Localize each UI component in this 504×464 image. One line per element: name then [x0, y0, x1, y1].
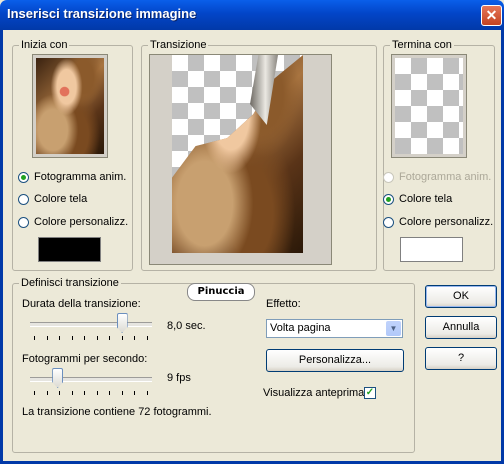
- transition-group-label: Transizione: [148, 39, 209, 52]
- end-option-label: Colore personalizz.: [399, 216, 494, 228]
- end-option-custom-color[interactable]: Colore personalizz.: [383, 216, 493, 228]
- radio-icon: [18, 171, 29, 183]
- end-group-label: Termina con: [390, 39, 454, 52]
- window-title: Inserisci transizione immagine: [7, 6, 197, 21]
- duration-label: Durata della transizione:: [22, 298, 141, 310]
- chevron-down-icon[interactable]: ▼: [386, 321, 401, 336]
- radio-icon: [383, 171, 394, 183]
- effect-dropdown-value: Volta pagina: [270, 322, 331, 334]
- effect-dropdown[interactable]: Volta pagina ▼: [266, 319, 403, 338]
- cancel-button[interactable]: Annulla: [425, 316, 497, 339]
- duration-slider-track: [30, 322, 152, 327]
- define-transition-label: Definisci transizione: [19, 277, 121, 290]
- radio-icon: [18, 193, 29, 205]
- end-option-anim-frame: Fotogramma anim.: [383, 171, 491, 183]
- title-bar: Inserisci transizione immagine ✕: [0, 0, 504, 30]
- radio-icon: [18, 216, 29, 228]
- duration-slider-ticks: [34, 336, 148, 340]
- start-option-canvas-color[interactable]: Colore tela: [18, 193, 87, 205]
- fps-value: 9 fps: [167, 372, 191, 384]
- ok-button[interactable]: OK: [425, 285, 497, 308]
- end-option-canvas-color[interactable]: Colore tela: [383, 193, 452, 205]
- start-option-label: Colore tela: [34, 193, 88, 205]
- preview-label: Visualizza anteprima: [263, 387, 365, 399]
- start-option-label: Colore personalizz.: [34, 216, 129, 228]
- radio-icon: [383, 216, 394, 228]
- fps-slider-ticks: [34, 391, 148, 395]
- frame-count-summary: La transizione contiene 72 fotogrammi.: [22, 406, 212, 418]
- effect-label: Effetto:: [266, 298, 301, 310]
- fps-slider-track: [30, 377, 152, 382]
- transition-preview: [149, 54, 332, 265]
- watermark-logo: Pinuccia: [187, 283, 255, 301]
- end-option-label: Colore tela: [399, 193, 453, 205]
- start-option-custom-color[interactable]: Colore personalizz.: [18, 216, 128, 228]
- start-preview: [32, 54, 108, 158]
- end-frame-background: [395, 58, 463, 154]
- start-group-label: Inizia con: [19, 39, 70, 52]
- start-option-label: Fotogramma anim.: [34, 171, 127, 183]
- start-option-anim-frame[interactable]: Fotogramma anim.: [18, 171, 126, 183]
- fps-label: Fotogrammi per secondo:: [22, 353, 148, 365]
- duration-value: 8,0 sec.: [167, 320, 206, 332]
- preview-checkbox[interactable]: ✓: [364, 387, 376, 399]
- radio-icon: [383, 193, 394, 205]
- end-option-label: Fotogramma anim.: [399, 171, 492, 183]
- checkmark-icon: ✓: [365, 387, 375, 398]
- start-frame-image: [36, 58, 104, 154]
- help-button[interactable]: ?: [425, 347, 497, 370]
- customize-button[interactable]: Personalizza...: [266, 349, 404, 372]
- close-icon: ✕: [485, 7, 498, 23]
- start-custom-color-swatch[interactable]: [38, 237, 101, 262]
- close-button[interactable]: ✕: [481, 5, 502, 26]
- end-custom-color-swatch[interactable]: [400, 237, 463, 262]
- end-preview: [391, 54, 467, 158]
